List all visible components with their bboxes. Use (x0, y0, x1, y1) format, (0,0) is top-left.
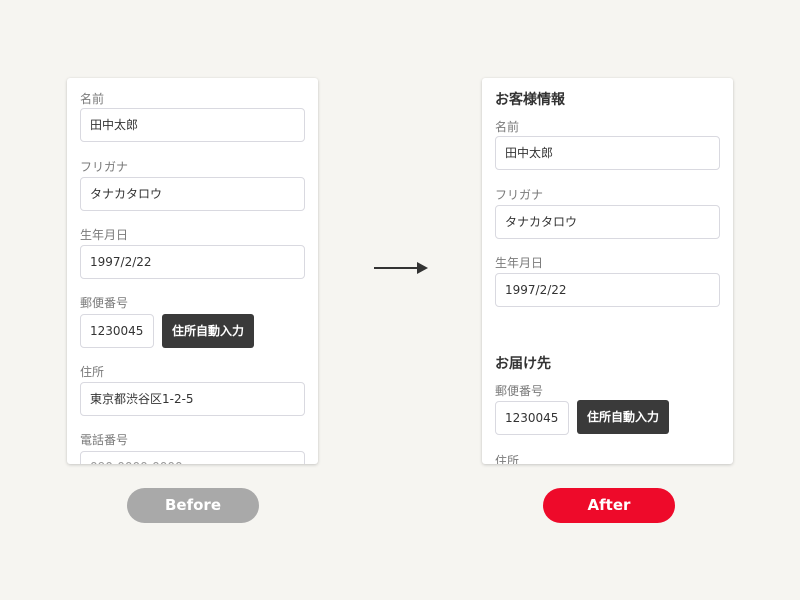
name-label: 名前 (80, 92, 105, 106)
zip-label: 郵便番号 (80, 296, 129, 310)
birthdate-input[interactable]: 1997/2/22 (80, 245, 305, 279)
kana-label: フリガナ (80, 160, 129, 174)
address-input[interactable]: 東京都渋谷区1-2-5 (80, 382, 305, 416)
customer-info-heading: お客様情報 (495, 92, 565, 108)
after-form-card: お客様情報 名前 田中太郎 フリガナ タナカタロウ 生年月日 1997/2/22… (482, 78, 733, 464)
birthdate-label: 生年月日 (495, 256, 544, 270)
address-label: 住所 (80, 365, 105, 379)
kana-input[interactable]: タナカタロウ (495, 205, 720, 239)
birthdate-label: 生年月日 (80, 228, 129, 242)
name-input[interactable]: 田中太郎 (80, 108, 305, 142)
zip-label: 郵便番号 (495, 384, 544, 398)
address-label: 住所 (495, 454, 520, 464)
arrow-right-icon (374, 262, 428, 274)
birthdate-input[interactable]: 1997/2/22 (495, 273, 720, 307)
zip-input[interactable]: 1230045 (80, 314, 154, 348)
address-autofill-button[interactable]: 住所自動入力 (162, 314, 254, 348)
before-form-card: 名前 田中太郎 フリガナ タナカタロウ 生年月日 1997/2/22 郵便番号 … (67, 78, 318, 464)
address-autofill-button[interactable]: 住所自動入力 (577, 400, 669, 434)
after-label: After (543, 488, 675, 523)
phone-input[interactable]: 090-0000-0000 (80, 451, 305, 464)
zip-input[interactable]: 1230045 (495, 401, 569, 435)
phone-label: 電話番号 (80, 433, 129, 447)
kana-label: フリガナ (495, 188, 544, 202)
name-input[interactable]: 田中太郎 (495, 136, 720, 170)
kana-input[interactable]: タナカタロウ (80, 177, 305, 211)
before-label: Before (127, 488, 259, 523)
name-label: 名前 (495, 120, 520, 134)
delivery-heading: お届け先 (495, 356, 551, 372)
